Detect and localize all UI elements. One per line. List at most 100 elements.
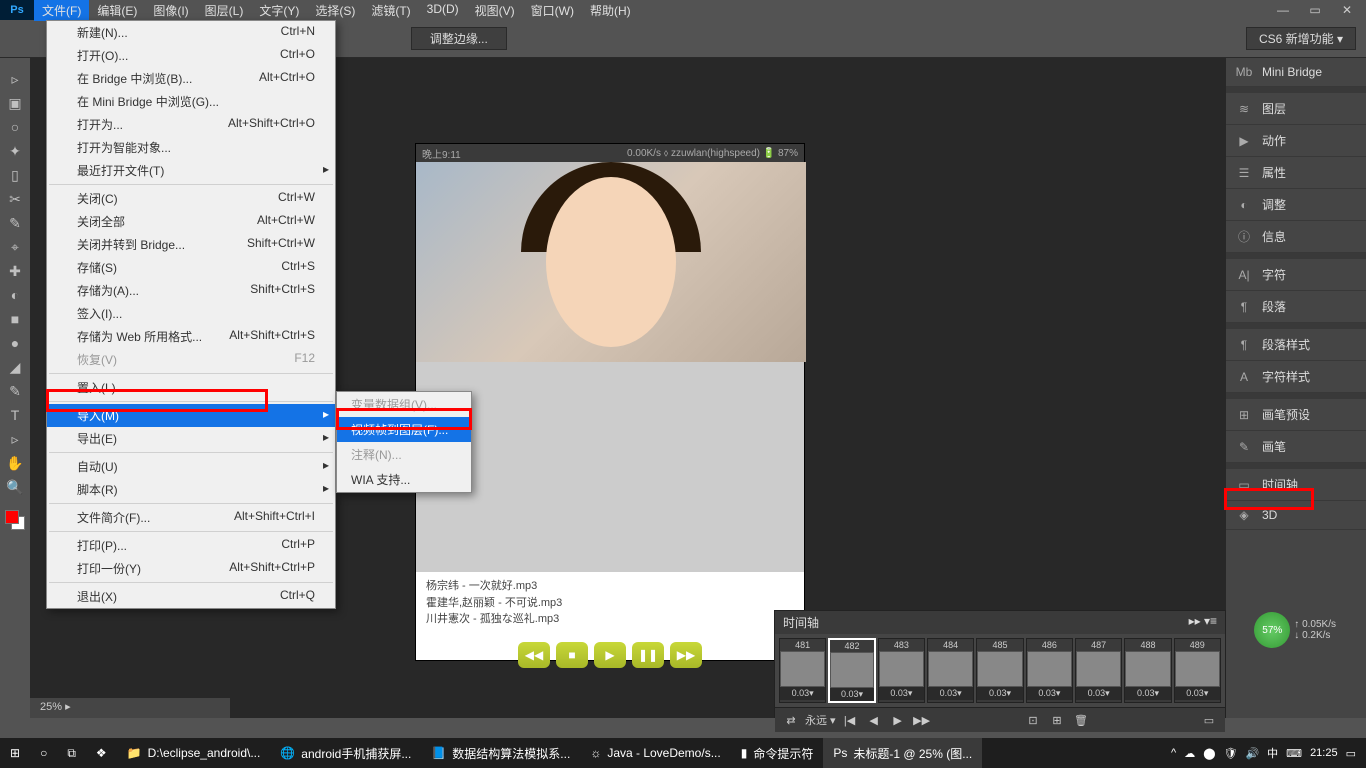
tween-button[interactable]: ⊡: [1023, 712, 1043, 728]
panel-属性[interactable]: ☰属性: [1226, 157, 1366, 189]
taskbar-item[interactable]: 🌐android手机捕获屏...: [270, 738, 421, 768]
panel-调整[interactable]: ◐调整: [1226, 189, 1366, 221]
file-menu-item[interactable]: 在 Mini Bridge 中浏览(G)...: [47, 90, 335, 113]
menu-图层(L)[interactable]: 图层(L): [197, 0, 252, 21]
file-menu-item[interactable]: 打开为智能对象...: [47, 136, 335, 159]
tool-button[interactable]: ▹: [3, 68, 27, 90]
minimize-button[interactable]: —: [1268, 0, 1298, 20]
tool-button[interactable]: ✚: [3, 260, 27, 282]
file-menu-item[interactable]: 关闭全部Alt+Ctrl+W: [47, 210, 335, 233]
tool-button[interactable]: ⌖: [3, 236, 27, 258]
panel-信息[interactable]: ⓘ信息: [1226, 221, 1366, 253]
tool-button[interactable]: ○: [3, 116, 27, 138]
panel-段落样式[interactable]: ¶段落样式: [1226, 329, 1366, 361]
tool-button[interactable]: ✎: [3, 380, 27, 402]
file-menu-item[interactable]: 最近打开文件(T)▸: [47, 159, 335, 182]
tool-button[interactable]: ▣: [3, 92, 27, 114]
menu-文字(Y)[interactable]: 文字(Y): [251, 0, 307, 21]
taskbar-item[interactable]: ▮命令提示符: [731, 738, 824, 768]
stop-button[interactable]: ■: [556, 642, 588, 668]
frame-item[interactable]: 4840.03▾: [927, 638, 974, 703]
file-menu-item[interactable]: 导出(E)▸: [47, 427, 335, 450]
tool-button[interactable]: ◢: [3, 356, 27, 378]
tool-button[interactable]: ■: [3, 308, 27, 330]
file-menu-item[interactable]: 退出(X)Ctrl+Q: [47, 585, 335, 608]
timeline-collapse-icon[interactable]: ▸▸ ▾≡: [1189, 614, 1217, 631]
taskbar-item[interactable]: ❖: [86, 738, 117, 768]
frame-item[interactable]: 4890.03▾: [1174, 638, 1221, 703]
first-frame-button[interactable]: |◀: [840, 712, 860, 728]
panel-3D[interactable]: ◈3D: [1226, 501, 1366, 530]
menu-帮助(H)[interactable]: 帮助(H): [582, 0, 639, 21]
prev-button[interactable]: ◀◀: [518, 642, 550, 668]
tool-button[interactable]: ◐: [3, 284, 27, 306]
panel-时间轴[interactable]: ▭时间轴: [1226, 469, 1366, 501]
menu-图像(I)[interactable]: 图像(I): [145, 0, 196, 21]
file-menu-item[interactable]: 脚本(R)▸: [47, 478, 335, 501]
file-menu-item[interactable]: 存储为 Web 所用格式...Alt+Shift+Ctrl+S: [47, 325, 335, 348]
file-menu-item[interactable]: 签入(I)...: [47, 302, 335, 325]
taskbar-item[interactable]: 📘数据结构算法模拟系...: [421, 738, 580, 768]
taskbar-item[interactable]: ⧉: [57, 738, 86, 768]
taskbar-item[interactable]: Ps未标题-1 @ 25% (图...: [823, 738, 982, 768]
tool-button[interactable]: ●: [3, 332, 27, 354]
file-menu-item[interactable]: 存储为(A)...Shift+Ctrl+S: [47, 279, 335, 302]
menu-窗口(W)[interactable]: 窗口(W): [523, 0, 582, 21]
tool-button[interactable]: ▯: [3, 164, 27, 186]
close-button[interactable]: ✕: [1332, 0, 1362, 20]
submenu-item[interactable]: WIA 支持...: [337, 467, 471, 492]
frame-item[interactable]: 4880.03▾: [1124, 638, 1171, 703]
refine-edge-button[interactable]: 调整边缘...: [411, 27, 507, 50]
panel-图层[interactable]: ≋图层: [1226, 93, 1366, 125]
pause-button[interactable]: ❚❚: [632, 642, 664, 668]
frame-item[interactable]: 4820.03▾: [828, 638, 875, 703]
play-frames-button[interactable]: ▶: [888, 712, 908, 728]
file-menu-item[interactable]: 关闭(C)Ctrl+W: [47, 187, 335, 210]
file-menu-item[interactable]: 新建(N)...Ctrl+N: [47, 21, 335, 44]
convert-icon[interactable]: ⇄: [781, 712, 801, 728]
prev-frame-button[interactable]: ◀: [864, 712, 884, 728]
next-frame-button[interactable]: ▶▶: [912, 712, 932, 728]
play-button[interactable]: ▶: [594, 642, 626, 668]
file-menu-item[interactable]: 置入(L)...: [47, 376, 335, 399]
panel-画笔预设[interactable]: ⊞画笔预设: [1226, 399, 1366, 431]
next-button[interactable]: ▶▶: [670, 642, 702, 668]
taskbar-item[interactable]: ⊞: [0, 738, 30, 768]
frame-item[interactable]: 4810.03▾: [779, 638, 826, 703]
duplicate-frame-button[interactable]: ⊞: [1047, 712, 1067, 728]
panel-字符[interactable]: A|字符: [1226, 259, 1366, 291]
tool-button[interactable]: ✦: [3, 140, 27, 162]
panel-Mini Bridge[interactable]: MbMini Bridge: [1226, 58, 1366, 87]
timeline-mode-button[interactable]: ▭: [1199, 712, 1219, 728]
color-swatches[interactable]: [5, 510, 25, 530]
tool-button[interactable]: 🔍: [3, 476, 27, 498]
document-window[interactable]: 晚上9:11 0.00K/s ⬨ zzuwlan(highspeed) 🔋 87…: [415, 143, 805, 661]
taskbar-item[interactable]: ☼Java - LoveDemo/s...: [580, 738, 730, 768]
file-menu-item[interactable]: 打印(P)...Ctrl+P: [47, 534, 335, 557]
file-menu-item[interactable]: 打印一份(Y)Alt+Shift+Ctrl+P: [47, 557, 335, 580]
loop-dropdown[interactable]: 永远 ▾: [805, 712, 836, 728]
frame-item[interactable]: 4850.03▾: [976, 638, 1023, 703]
menu-3D(D)[interactable]: 3D(D): [419, 0, 467, 21]
taskbar-item[interactable]: 📁D:\eclipse_android\...: [117, 738, 271, 768]
submenu-item[interactable]: 视频帧到图层(F)...: [337, 417, 471, 442]
zoom-level[interactable]: 25%: [40, 701, 62, 713]
menu-滤镜(T)[interactable]: 滤镜(T): [363, 0, 418, 21]
timeline-title[interactable]: 时间轴: [783, 614, 819, 631]
panel-字符样式[interactable]: A字符样式: [1226, 361, 1366, 393]
frame-item[interactable]: 4870.03▾: [1075, 638, 1122, 703]
frame-item[interactable]: 4860.03▾: [1026, 638, 1073, 703]
taskbar-item[interactable]: ○: [30, 738, 57, 768]
file-menu-item[interactable]: 导入(M)▸: [47, 404, 335, 427]
file-menu-item[interactable]: 关闭并转到 Bridge...Shift+Ctrl+W: [47, 233, 335, 256]
file-menu-item[interactable]: 文件简介(F)...Alt+Shift+Ctrl+I: [47, 506, 335, 529]
file-menu-item[interactable]: 打开为...Alt+Shift+Ctrl+O: [47, 113, 335, 136]
restore-button[interactable]: ▭: [1300, 0, 1330, 20]
file-menu-item[interactable]: 自动(U)▸: [47, 455, 335, 478]
panel-段落[interactable]: ¶段落: [1226, 291, 1366, 323]
cs6-new-button[interactable]: CS6 新增功能 ▾: [1246, 27, 1356, 50]
file-menu-item[interactable]: 在 Bridge 中浏览(B)...Alt+Ctrl+O: [47, 67, 335, 90]
menu-选择(S)[interactable]: 选择(S): [307, 0, 363, 21]
tool-button[interactable]: T: [3, 404, 27, 426]
file-menu-item[interactable]: 存储(S)Ctrl+S: [47, 256, 335, 279]
